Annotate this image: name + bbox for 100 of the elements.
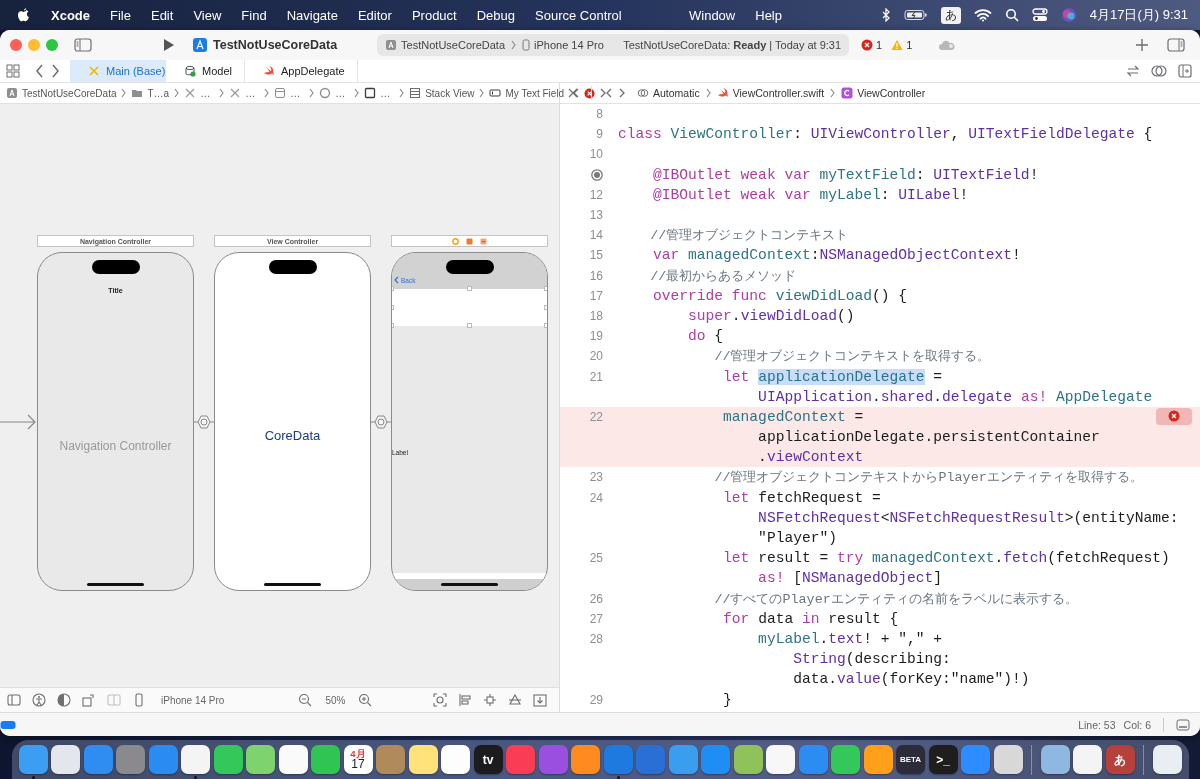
app-icon[interactable]: tv [473,745,503,774]
menu-app-name[interactable]: Xcode [51,7,90,23]
menu-item[interactable]: Product [411,7,457,23]
path-item[interactable]: … [274,87,305,99]
menu-item[interactable]: Debug [476,7,516,23]
back-icon[interactable] [605,87,613,99]
path-item[interactable]: … [184,87,215,99]
app-icon[interactable] [993,745,1023,774]
menu-item[interactable]: Find [241,7,267,23]
add-editor-icon[interactable] [1178,64,1192,78]
app-icon[interactable] [311,745,340,774]
path-item[interactable]: T…a [131,87,170,99]
sidebar-toggle-icon[interactable] [7,693,21,707]
back-icon[interactable] [34,63,44,79]
debug-area-toggle-icon[interactable] [0,720,16,730]
path-item[interactable]: Stack View [409,87,475,99]
menu-item[interactable]: View [193,7,222,23]
app-icon[interactable] [213,745,243,774]
app-icon[interactable] [408,745,438,774]
menu-item[interactable]: Help [755,7,782,23]
wifi-icon[interactable] [973,8,992,22]
close-window-button[interactable] [10,39,22,51]
app-icon[interactable] [181,745,210,774]
zoom-out-icon[interactable] [298,693,313,707]
app-icon[interactable] [51,745,80,774]
forward-icon[interactable] [50,63,60,79]
path-item[interactable]: TestNotUseCoreData [6,87,117,99]
pin-icon[interactable] [483,693,497,707]
editor-tab[interactable]: Main (Base) [70,60,166,82]
app-icon[interactable] [1152,745,1182,774]
outlet-connection-icon[interactable] [591,168,603,181]
path-item[interactable]: … [319,87,350,99]
app-icon[interactable] [766,745,795,774]
bluetooth-icon[interactable] [880,8,891,22]
menu-item[interactable]: Navigate [286,7,338,23]
siri-icon[interactable] [1060,7,1077,23]
app-icon[interactable] [246,745,275,774]
path-item[interactable]: My Text Field [489,87,565,99]
path-item[interactable]: … [364,87,395,99]
code-line: let fetchRequest = [722,489,881,506]
code-line: for data in result { [722,610,899,627]
add-icon[interactable] [1135,38,1149,52]
grid-icon[interactable] [6,64,20,78]
app-icon[interactable]: BETA [896,745,925,774]
swap-arrows-icon[interactable] [1126,65,1140,77]
code-line: as! [NSManagedObject] [757,570,943,587]
app-icon[interactable] [733,745,763,774]
zoom-in-icon[interactable] [358,693,373,707]
menu-clock[interactable]: 4月17日(月) 9:31 [1089,6,1188,24]
app-icon[interactable]: あ [1105,745,1135,774]
input-method-indicator[interactable]: あ [940,6,961,24]
inspector-toggle-icon[interactable] [1167,38,1185,52]
search-icon[interactable] [1004,8,1019,22]
app-icon[interactable] [278,745,308,774]
app-icon[interactable] [18,745,48,774]
previous-issue-icon[interactable] [572,87,581,99]
error-icon[interactable] [1168,410,1180,423]
phone-icon[interactable] [132,693,146,707]
sidebar-toggle-icon[interactable] [74,38,92,52]
error-icon[interactable] [861,39,874,51]
control-center-icon[interactable] [1031,8,1048,22]
app-icon[interactable]: 4月 17 [343,745,373,774]
menu-item[interactable]: Source Control [535,7,622,23]
path-item[interactable]: … [229,87,260,99]
chevron-icon [829,88,837,98]
menu-item[interactable]: Editor [357,7,392,23]
rotate-icon[interactable] [82,693,96,707]
app-icon[interactable] [441,745,470,774]
scheme-selector[interactable]: TestNotUseCoreData [385,39,506,51]
home-indicator [87,583,144,586]
align-icon[interactable] [458,693,472,707]
forward-icon[interactable] [618,87,626,99]
zoom-window-button[interactable] [46,39,58,51]
appearance-icon[interactable] [57,693,71,707]
accessibility-icon[interactable] [32,693,46,707]
hide-panel-icon[interactable] [1176,719,1190,731]
menu-item[interactable]: Window [689,7,736,23]
editor-tab[interactable]: AppDelegate [244,60,358,82]
embed-in-icon[interactable] [533,693,547,707]
app-icon[interactable]: >_ [928,745,958,774]
device-selector[interactable]: iPhone 14 Pro [161,694,225,706]
path-item[interactable]: Automatic [637,87,700,99]
app-icon[interactable] [1040,745,1070,774]
menu-item[interactable]: Edit [150,7,174,23]
path-item[interactable]: ViewController.swift [716,87,825,99]
destination-selector[interactable]: iPhone 14 Pro [522,39,604,51]
path-item[interactable]: ViewController [841,87,926,99]
resolve-issues-icon[interactable] [508,693,522,707]
battery-icon[interactable] [903,9,928,21]
next-issue-icon[interactable] [599,87,608,99]
app-icon[interactable] [1073,745,1102,774]
menu-item[interactable]: File [110,7,131,23]
run-button-icon[interactable] [163,38,175,52]
overlapping-circles-icon[interactable] [1150,64,1168,78]
zoom-level[interactable]: 50% [325,694,346,706]
app-icon[interactable] [863,745,893,774]
update-frames-icon[interactable] [433,693,447,707]
editor-tab[interactable]: Model [166,60,245,82]
line-number: 24 [589,490,603,505]
close-icon[interactable] [568,88,578,98]
